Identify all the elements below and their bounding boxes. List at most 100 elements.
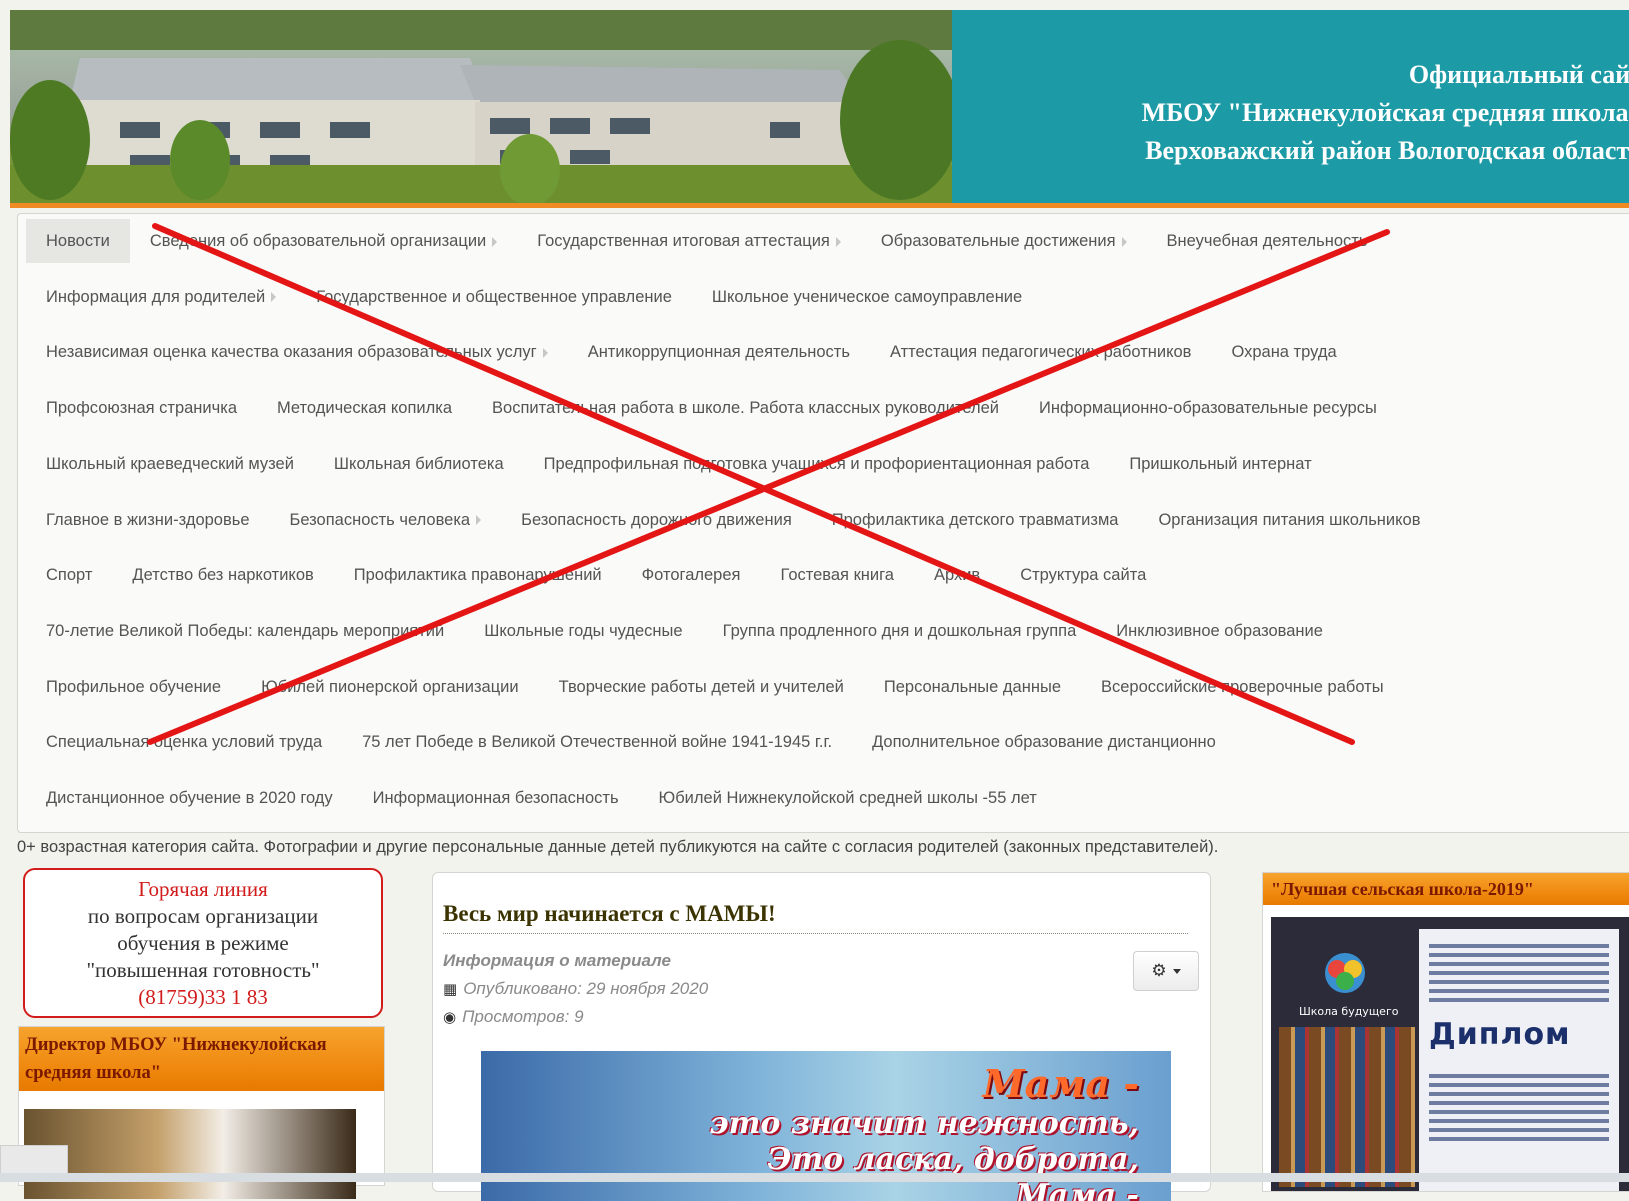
- nav-item[interactable]: Дистанционное обучение в 2020 году: [46, 776, 333, 820]
- nav-item[interactable]: Информационная безопасность: [373, 776, 619, 820]
- nav-item[interactable]: Антикоррупционная деятельность: [588, 330, 850, 374]
- nav-item-label: Детство без наркотиков: [132, 566, 314, 585]
- article-image-text2: это значит нежность,: [709, 1106, 1139, 1141]
- nav-item-label: Юбилей пионерской организации: [261, 677, 519, 696]
- nav-item-label: 75 лет Победе в Великой Отечественной во…: [362, 733, 833, 752]
- nav-item[interactable]: Главное в жизни-здоровье: [46, 498, 250, 542]
- nav-item[interactable]: Государственная итоговая аттестация: [537, 219, 841, 263]
- nav-row: Дистанционное обучение в 2020 году Информ…: [46, 776, 1077, 820]
- nav-item[interactable]: Архив: [934, 553, 980, 597]
- nav-item[interactable]: Сведения об образовательной организации: [150, 219, 498, 263]
- award-module: "Лучшая сельская школа-2019" Школа будущ…: [1262, 872, 1629, 1192]
- nav-item[interactable]: Информация для родителей: [46, 275, 277, 319]
- nav-item-label: Государственное и общественное управлени…: [316, 287, 672, 306]
- nav-item-label: Спорт: [46, 566, 93, 585]
- submenu-caret-icon: [835, 236, 841, 247]
- diploma-image[interactable]: Школа будущего Диплом: [1271, 917, 1629, 1191]
- nav-item-label: Всероссийские проверочные работы: [1101, 677, 1384, 696]
- nav-row: Специальная оценка условий труда 75 лет П…: [46, 720, 1256, 764]
- nav-item[interactable]: 75 лет Победе в Великой Отечественной во…: [362, 720, 832, 764]
- nav-item-label: Новости: [46, 232, 110, 250]
- calendar-icon: ▦: [443, 981, 458, 998]
- nav-item-label: Независимая оценка качества оказания обр…: [46, 343, 537, 362]
- header-divider: [10, 203, 1629, 208]
- nav-item[interactable]: Охрана труда: [1231, 330, 1336, 374]
- nav-item[interactable]: Творческие работы детей и учителей: [559, 665, 844, 709]
- site-title: Официальный сайт МБОУ "Нижнекулойская ср…: [952, 10, 1629, 203]
- nav-item-label: Дистанционное обучение в 2020 году: [46, 789, 333, 807]
- nav-item-label: Профсоюзная страничка: [46, 399, 237, 418]
- nav-item[interactable]: Гостевая книга: [780, 553, 893, 597]
- nav-item[interactable]: Всероссийские проверочные работы: [1101, 665, 1384, 709]
- nav-item-label: Информационная безопасность: [372, 789, 619, 807]
- hotline-line2: обучения в режиме: [117, 931, 289, 955]
- nav-item-label: Организация питания школьников: [1158, 510, 1421, 529]
- nav-item-label: Антикоррупционная деятельность: [587, 343, 850, 362]
- nav-item[interactable]: Образовательные достижения: [881, 219, 1127, 263]
- submenu-caret-icon: [1121, 236, 1127, 247]
- nav-item[interactable]: Государственное и общественное управлени…: [316, 275, 672, 319]
- nav-item[interactable]: Группа продленного дня и дошкольная груп…: [723, 609, 1077, 653]
- nav-item[interactable]: Профилактика детского травматизма: [832, 498, 1119, 542]
- nav-item-label: Школьные годы чудесные: [484, 621, 683, 640]
- nav-item[interactable]: Дополнительное образование дистанционно: [872, 720, 1216, 764]
- nav-item[interactable]: Детство без наркотиков: [132, 553, 313, 597]
- nav-row: Новости Сведения об образовательной орган…: [26, 219, 1407, 263]
- director-photo[interactable]: [24, 1109, 356, 1199]
- nav-item[interactable]: 70-летие Великой Победы: календарь мероп…: [46, 609, 444, 653]
- nav-item[interactable]: Инклюзивное образование: [1116, 609, 1323, 653]
- nav-item[interactable]: Новости: [26, 219, 130, 263]
- article-tools-button[interactable]: ⚙: [1133, 951, 1199, 991]
- nav-item[interactable]: Предпрофильная подготовка учащихся и про…: [544, 442, 1090, 486]
- nav-row: Профильное обучение Юбилей пионерской орг…: [46, 665, 1424, 709]
- nav-item[interactable]: Методическая копилка: [277, 386, 452, 430]
- nav-item[interactable]: Пришкольный интернат: [1129, 442, 1311, 486]
- page-bottom-strip: [0, 1173, 1629, 1182]
- nav-item-label: Главное в жизни-здоровье: [46, 510, 250, 529]
- hotline-phone[interactable]: (81759)33 1 83: [25, 984, 381, 1011]
- nav-item[interactable]: Независимая оценка качества оказания обр…: [46, 330, 548, 374]
- hotline-line1: по вопросам организации: [87, 904, 319, 928]
- nav-item[interactable]: Профильное обучение: [46, 665, 221, 709]
- nav-item[interactable]: Воспитательная работа в школе. Работа кл…: [492, 386, 999, 430]
- nav-item-label: Гостевая книга: [780, 566, 894, 585]
- article-title[interactable]: Весь мир начинается с МАМЫ!: [443, 901, 1188, 934]
- submenu-caret-icon: [271, 292, 277, 303]
- hotline-title: Горячая линия: [138, 877, 268, 901]
- site-title-line2: МБОУ "Нижнекулойская средняя школа": [1141, 98, 1629, 127]
- nav-item[interactable]: Школьный краеведческий музей: [46, 442, 294, 486]
- nav-item[interactable]: Информационно-образовательные ресурсы: [1039, 386, 1377, 430]
- nav-row: Спорт Детство без наркотиков Профилактика …: [46, 553, 1186, 597]
- nav-row: Независимая оценка качества оказания обр…: [46, 330, 1377, 374]
- nav-item-label: Информация для родителей: [46, 287, 266, 306]
- nav-item[interactable]: Персональные данные: [884, 665, 1061, 709]
- site-header: Официальный сайт МБОУ "Нижнекулойская ср…: [10, 10, 1629, 203]
- article-views-text: Просмотров: 9: [462, 1007, 584, 1026]
- nav-item[interactable]: Внеучебная деятельность: [1167, 219, 1368, 263]
- nav-item[interactable]: Безопасность человека: [290, 498, 482, 542]
- article-info-label: Информация о материале: [443, 951, 671, 970]
- nav-item-label: Школьная библиотека: [333, 454, 504, 473]
- nav-item[interactable]: Школьные годы чудесные: [484, 609, 682, 653]
- nav-item[interactable]: Юбилей пионерской организации: [261, 665, 519, 709]
- nav-item[interactable]: Фотогалерея: [642, 553, 741, 597]
- nav-item[interactable]: Профилактика правонарушений: [354, 553, 602, 597]
- diploma-document: Диплом: [1419, 929, 1619, 1191]
- nav-item[interactable]: Аттестация педагогических работников: [890, 330, 1192, 374]
- nav-item[interactable]: Структура сайта: [1020, 553, 1146, 597]
- nav-item[interactable]: Спорт: [46, 553, 92, 597]
- nav-item[interactable]: Безопасность дорожного движения: [521, 498, 792, 542]
- nav-row: Информация для родителей Государственное …: [46, 275, 1062, 319]
- nav-item-label: Пришкольный интернат: [1129, 454, 1312, 473]
- nav-item[interactable]: Школьная библиотека: [334, 442, 504, 486]
- nav-item-label: Образовательные достижения: [880, 232, 1116, 250]
- nav-item[interactable]: Юбилей Нижнекулойской средней школы -55 …: [659, 776, 1037, 820]
- nav-item-label: Группа продленного дня и дошкольная груп…: [722, 621, 1077, 640]
- nav-item[interactable]: Школьное ученическое самоуправление: [712, 275, 1022, 319]
- nav-item-label: Воспитательная работа в школе. Работа кл…: [492, 399, 999, 418]
- nav-item[interactable]: Организация питания школьников: [1158, 498, 1420, 542]
- nav-item[interactable]: Профсоюзная страничка: [46, 386, 237, 430]
- nav-item-label: Аттестация педагогических работников: [889, 343, 1192, 362]
- nav-item[interactable]: Специальная оценка условий труда: [46, 720, 322, 764]
- nav-item-label: Охрана труда: [1231, 343, 1337, 362]
